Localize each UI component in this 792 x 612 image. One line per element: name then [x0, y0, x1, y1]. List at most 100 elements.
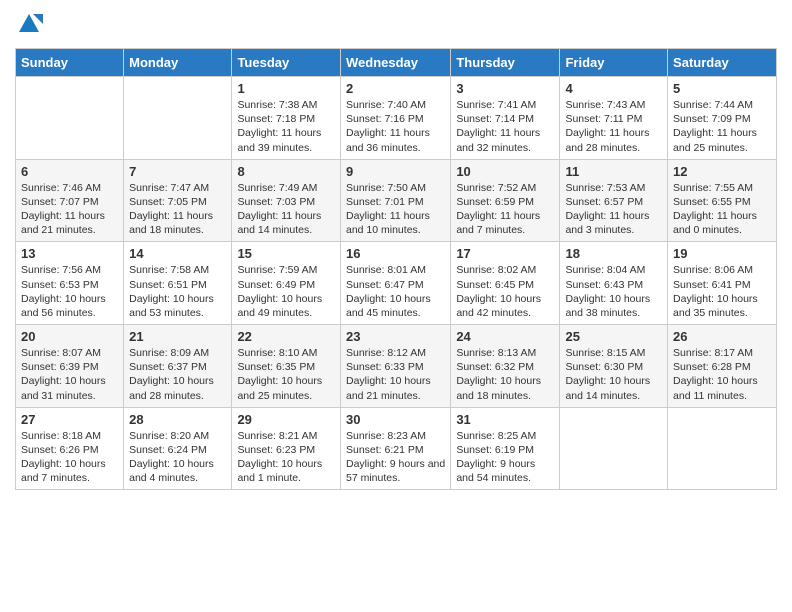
day-info: Sunrise: 8:21 AM Sunset: 6:23 PM Dayligh…: [237, 429, 335, 486]
day-info: Sunrise: 7:59 AM Sunset: 6:49 PM Dayligh…: [237, 263, 335, 320]
day-number: 31: [456, 412, 554, 427]
day-number: 23: [346, 329, 445, 344]
calendar-cell: 19 Sunrise: 8:06 AM Sunset: 6:41 PM Dayli…: [668, 242, 777, 325]
calendar-cell: 8 Sunrise: 7:49 AM Sunset: 7:03 PM Daylig…: [232, 159, 341, 242]
day-number: 25: [565, 329, 662, 344]
calendar-cell: 2 Sunrise: 7:40 AM Sunset: 7:16 PM Daylig…: [340, 77, 450, 160]
calendar-cell: 1 Sunrise: 7:38 AM Sunset: 7:18 PM Daylig…: [232, 77, 341, 160]
day-number: 21: [129, 329, 226, 344]
column-header-wednesday: Wednesday: [340, 49, 450, 77]
day-number: 17: [456, 246, 554, 261]
calendar-cell: 31 Sunrise: 8:25 AM Sunset: 6:19 PM Dayli…: [451, 407, 560, 490]
day-info: Sunrise: 8:23 AM Sunset: 6:21 PM Dayligh…: [346, 429, 445, 486]
day-info: Sunrise: 7:52 AM Sunset: 6:59 PM Dayligh…: [456, 181, 554, 238]
calendar-cell: 23Sunrise: 8:12 AM Sunset: 6:33 PM Dayli…: [340, 325, 450, 408]
calendar-cell: 7Sunrise: 7:47 AM Sunset: 7:05 PM Daylig…: [124, 159, 232, 242]
day-number: 26: [673, 329, 771, 344]
day-number: 22: [237, 329, 335, 344]
day-number: 5: [673, 81, 771, 96]
calendar-table: SundayMondayTuesdayWednesdayThursdayFrid…: [15, 48, 777, 490]
calendar-cell: 12 Sunrise: 7:55 AM Sunset: 6:55 PM Dayli…: [668, 159, 777, 242]
day-info: Sunrise: 7:46 AM Sunset: 7:07 PM Dayligh…: [21, 181, 118, 238]
calendar-cell: 30Sunrise: 8:23 AM Sunset: 6:21 PM Dayli…: [340, 407, 450, 490]
day-number: 9: [346, 164, 445, 179]
calendar-cell: 6 Sunrise: 7:46 AM Sunset: 7:07 PM Daylig…: [16, 159, 124, 242]
calendar-cell: 27 Sunrise: 8:18 AM Sunset: 6:26 PM Dayli…: [16, 407, 124, 490]
day-info: Sunrise: 7:40 AM Sunset: 7:16 PM Dayligh…: [346, 98, 445, 155]
day-number: 6: [21, 164, 118, 179]
calendar-week-row: 20 Sunrise: 8:07 AM Sunset: 6:39 PM Dayli…: [16, 325, 777, 408]
day-info: Sunrise: 8:02 AM Sunset: 6:45 PM Dayligh…: [456, 263, 554, 320]
day-info: Sunrise: 7:38 AM Sunset: 7:18 PM Dayligh…: [237, 98, 335, 155]
page-header: [15, 10, 777, 38]
day-info: Sunrise: 8:13 AM Sunset: 6:32 PM Dayligh…: [456, 346, 554, 403]
day-info: Sunrise: 8:07 AM Sunset: 6:39 PM Dayligh…: [21, 346, 118, 403]
day-number: 3: [456, 81, 554, 96]
calendar-cell: 14Sunrise: 7:58 AM Sunset: 6:51 PM Dayli…: [124, 242, 232, 325]
day-number: 18: [565, 246, 662, 261]
calendar-cell: 28 Sunrise: 8:20 AM Sunset: 6:24 PM Dayli…: [124, 407, 232, 490]
day-info: Sunrise: 7:50 AM Sunset: 7:01 PM Dayligh…: [346, 181, 445, 238]
day-info: Sunrise: 7:43 AM Sunset: 7:11 PM Dayligh…: [565, 98, 662, 155]
day-number: 8: [237, 164, 335, 179]
day-info: Sunrise: 7:49 AM Sunset: 7:03 PM Dayligh…: [237, 181, 335, 238]
day-info: Sunrise: 8:25 AM Sunset: 6:19 PM Dayligh…: [456, 429, 554, 486]
calendar-cell: 15 Sunrise: 7:59 AM Sunset: 6:49 PM Dayli…: [232, 242, 341, 325]
day-info: Sunrise: 8:18 AM Sunset: 6:26 PM Dayligh…: [21, 429, 118, 486]
day-number: 27: [21, 412, 118, 427]
day-info: Sunrise: 8:10 AM Sunset: 6:35 PM Dayligh…: [237, 346, 335, 403]
day-number: 29: [237, 412, 335, 427]
day-info: Sunrise: 8:01 AM Sunset: 6:47 PM Dayligh…: [346, 263, 445, 320]
day-number: 10: [456, 164, 554, 179]
column-header-friday: Friday: [560, 49, 668, 77]
calendar-cell: 3Sunrise: 7:41 AM Sunset: 7:14 PM Daylig…: [451, 77, 560, 160]
day-number: 11: [565, 164, 662, 179]
calendar-week-row: 27 Sunrise: 8:18 AM Sunset: 6:26 PM Dayli…: [16, 407, 777, 490]
day-number: 19: [673, 246, 771, 261]
column-header-saturday: Saturday: [668, 49, 777, 77]
day-number: 15: [237, 246, 335, 261]
calendar-cell: 26Sunrise: 8:17 AM Sunset: 6:28 PM Dayli…: [668, 325, 777, 408]
calendar-cell: 22 Sunrise: 8:10 AM Sunset: 6:35 PM Dayli…: [232, 325, 341, 408]
calendar-cell: 9 Sunrise: 7:50 AM Sunset: 7:01 PM Daylig…: [340, 159, 450, 242]
day-number: 1: [237, 81, 335, 96]
day-number: 7: [129, 164, 226, 179]
calendar-cell: 20 Sunrise: 8:07 AM Sunset: 6:39 PM Dayli…: [16, 325, 124, 408]
day-number: 24: [456, 329, 554, 344]
calendar-week-row: 6 Sunrise: 7:46 AM Sunset: 7:07 PM Daylig…: [16, 159, 777, 242]
calendar-cell: 10 Sunrise: 7:52 AM Sunset: 6:59 PM Dayli…: [451, 159, 560, 242]
column-header-tuesday: Tuesday: [232, 49, 341, 77]
calendar-cell: 21Sunrise: 8:09 AM Sunset: 6:37 PM Dayli…: [124, 325, 232, 408]
logo-icon: [15, 10, 43, 38]
calendar-cell: 17 Sunrise: 8:02 AM Sunset: 6:45 PM Dayli…: [451, 242, 560, 325]
calendar-cell: 11 Sunrise: 7:53 AM Sunset: 6:57 PM Dayli…: [560, 159, 668, 242]
day-number: 16: [346, 246, 445, 261]
calendar-header-row: SundayMondayTuesdayWednesdayThursdayFrid…: [16, 49, 777, 77]
day-number: 2: [346, 81, 445, 96]
calendar-cell: [124, 77, 232, 160]
calendar-week-row: 1 Sunrise: 7:38 AM Sunset: 7:18 PM Daylig…: [16, 77, 777, 160]
day-info: Sunrise: 8:15 AM Sunset: 6:30 PM Dayligh…: [565, 346, 662, 403]
column-header-thursday: Thursday: [451, 49, 560, 77]
day-number: 12: [673, 164, 771, 179]
calendar-cell: 24 Sunrise: 8:13 AM Sunset: 6:32 PM Dayli…: [451, 325, 560, 408]
calendar-cell: 5Sunrise: 7:44 AM Sunset: 7:09 PM Daylig…: [668, 77, 777, 160]
calendar-cell: 13Sunrise: 7:56 AM Sunset: 6:53 PM Dayli…: [16, 242, 124, 325]
day-number: 20: [21, 329, 118, 344]
calendar-cell: [668, 407, 777, 490]
day-number: 4: [565, 81, 662, 96]
day-info: Sunrise: 8:20 AM Sunset: 6:24 PM Dayligh…: [129, 429, 226, 486]
day-info: Sunrise: 7:55 AM Sunset: 6:55 PM Dayligh…: [673, 181, 771, 238]
calendar-cell: 18Sunrise: 8:04 AM Sunset: 6:43 PM Dayli…: [560, 242, 668, 325]
calendar-cell: 25 Sunrise: 8:15 AM Sunset: 6:30 PM Dayli…: [560, 325, 668, 408]
logo: [15, 10, 47, 38]
column-header-sunday: Sunday: [16, 49, 124, 77]
calendar-cell: [560, 407, 668, 490]
calendar-cell: 16 Sunrise: 8:01 AM Sunset: 6:47 PM Dayli…: [340, 242, 450, 325]
calendar-cell: 4 Sunrise: 7:43 AM Sunset: 7:11 PM Daylig…: [560, 77, 668, 160]
calendar-cell: 29 Sunrise: 8:21 AM Sunset: 6:23 PM Dayli…: [232, 407, 341, 490]
day-number: 28: [129, 412, 226, 427]
day-info: Sunrise: 7:53 AM Sunset: 6:57 PM Dayligh…: [565, 181, 662, 238]
calendar-cell: [16, 77, 124, 160]
day-info: Sunrise: 8:06 AM Sunset: 6:41 PM Dayligh…: [673, 263, 771, 320]
